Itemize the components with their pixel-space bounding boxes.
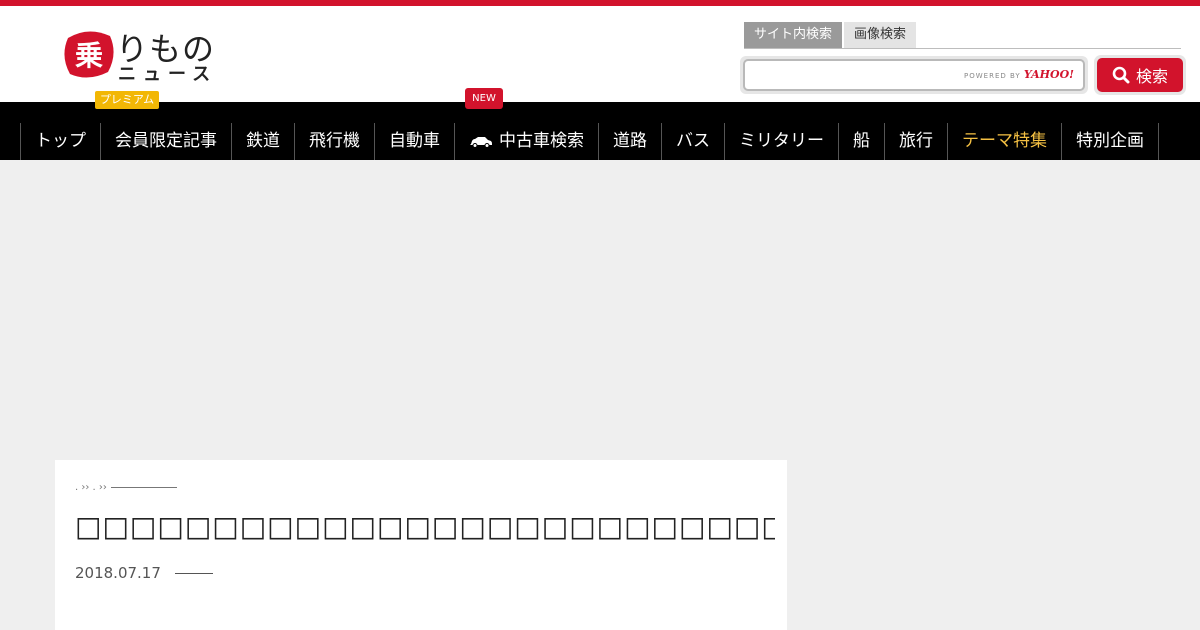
car-icon [470,136,492,148]
new-badge: NEW [465,88,503,109]
breadcrumb-trail[interactable]: . ›› . ›› [75,482,107,493]
nav-item-travel[interactable]: 旅行 [884,123,947,160]
powered-by-label: POWERED BY YAHOO! [964,68,1074,81]
search-tabs: サイト内検索 画像検索 [744,22,917,48]
article-title: □□□□□□□□□□□□□□□□□□□□□□□□□□□□□□□□□□□□□□ [75,510,775,543]
nav-item-railway[interactable]: 鉄道 [231,123,294,160]
nav-item-road[interactable]: 道路 [598,123,661,160]
nav-item-aircraft[interactable]: 飛行機 [294,123,374,160]
logo-mark-text: 乗 [75,39,103,72]
article-meta: 2018.07.17 [75,564,213,582]
article-card: . ›› . ›› □□□□□□□□□□□□□□□□□□□□□□□□□□□□□□… [55,460,787,630]
nav-item-bus[interactable]: バス [661,123,724,160]
logo-subtext: ニュース [118,64,218,85]
nav-item-members-only[interactable]: 会員限定記事 [100,123,231,160]
nav-item-used-car-search[interactable]: 中古車検索 [454,123,598,160]
search-button-wrap: 検索 [1094,55,1186,95]
article-author[interactable] [174,573,213,574]
search-button[interactable]: 検索 [1097,58,1183,92]
nav-item-automobile[interactable]: 自動車 [374,123,454,160]
breadcrumb-current [110,486,177,488]
yahoo-logo: YAHOO! [1023,68,1074,81]
nav-item-special-project[interactable]: 特別企画 [1061,123,1159,160]
nav-item-theme-feature[interactable]: テーマ特集 [947,123,1061,160]
search-button-label: 検索 [1135,67,1168,86]
nav-item-label: 中古車検索 [499,131,584,151]
premium-badge: プレミアム [95,91,159,109]
tab-site-search[interactable]: サイト内検索 [744,22,843,48]
search-box: POWERED BY YAHOO! [740,56,1088,94]
breadcrumb: . ›› . ›› [75,482,177,493]
main-nav: トップ 会員限定記事 鉄道 飛行機 自動車 中古車検索 道路 バス ミリタリー … [0,102,1200,160]
nav-item-military[interactable]: ミリタリー [724,123,838,160]
article-date: 2018.07.17 [75,564,161,582]
nav-item-top[interactable]: トップ [20,123,100,160]
nav-item-ship[interactable]: 船 [838,123,884,160]
logo-mark-icon: 乗 [64,31,114,78]
site-logo[interactable]: 乗 りもの ニュース [60,24,230,86]
search-icon [1112,66,1130,84]
tab-image-search[interactable]: 画像検索 [844,22,917,48]
site-header: 乗 りもの ニュース サイト内検索 画像検索 POWERED BY YAHOO!… [0,6,1200,102]
search-divider [744,48,1181,49]
